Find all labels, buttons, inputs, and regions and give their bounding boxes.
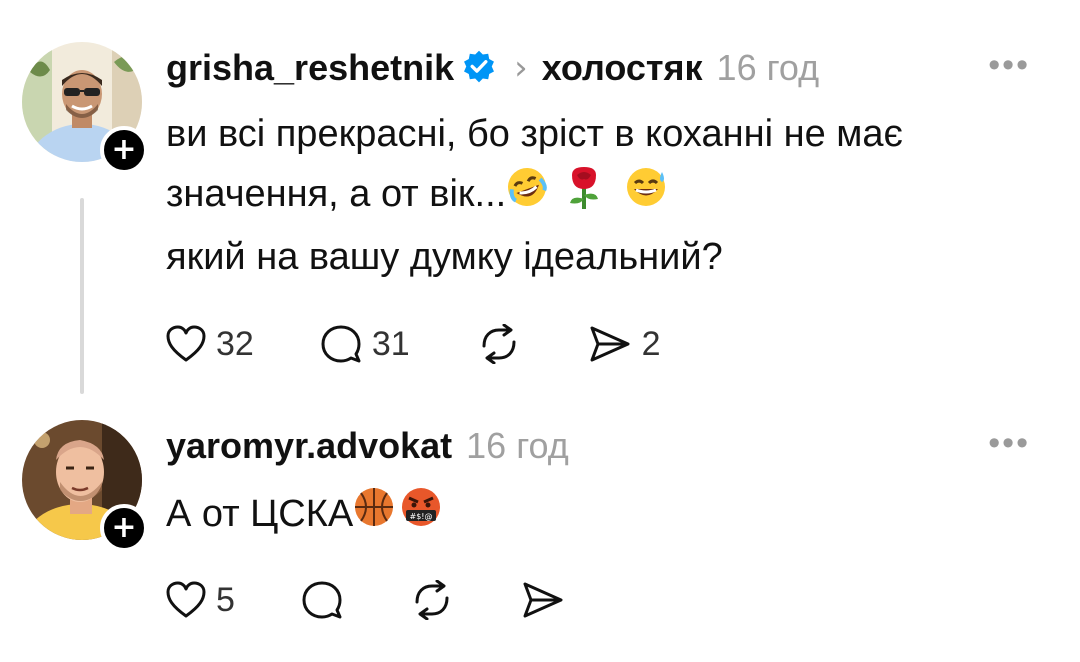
post-actions: 32 31 2: [166, 322, 661, 366]
timestamp: 16 год: [716, 47, 820, 88]
community-link[interactable]: холостяк: [542, 47, 703, 89]
like-button[interactable]: 5: [166, 581, 235, 620]
post-actions: 5: [166, 578, 565, 622]
repost-icon: [476, 324, 522, 364]
comment-icon: [320, 324, 362, 364]
post-yaromyr: + yaromyr.advokat 16 год ••• А от ЦСКА #…: [0, 400, 1080, 662]
more-horizontal-icon[interactable]: •••: [988, 46, 1030, 85]
post-header: grisha_reshetnik › холостяк 16 год: [166, 46, 819, 90]
send-icon: [521, 580, 565, 620]
post-text-line-2: значення, а от вік...: [166, 164, 903, 227]
timestamp: 16 год: [466, 425, 569, 466]
post-grisha: + grisha_reshetnik › холостяк 16 год •••…: [0, 0, 1080, 400]
heart-icon: [166, 581, 206, 619]
send-icon: [588, 324, 632, 364]
post-text: ви всі прекрасні, бо зріст в коханні не …: [166, 104, 903, 287]
sweat-smile-emoji: [624, 166, 668, 226]
heart-icon: [166, 325, 206, 363]
repost-button[interactable]: [409, 580, 455, 620]
follow-plus-icon[interactable]: +: [100, 504, 148, 552]
post-text: А от ЦСКА #$!@: [166, 484, 443, 546]
reply-button[interactable]: 31: [320, 324, 410, 364]
share-button[interactable]: [521, 580, 565, 620]
reply-count: 31: [371, 324, 410, 363]
thread-line: [80, 198, 84, 394]
share-count: 2: [641, 324, 661, 363]
like-count: 5: [216, 580, 235, 619]
post-text-line-2-text: значення, а от вік...: [166, 173, 507, 215]
share-button[interactable]: 2: [588, 324, 661, 364]
username[interactable]: yaromyr.advokat: [166, 425, 452, 467]
avatar-container[interactable]: +: [22, 420, 148, 552]
like-button[interactable]: 32: [166, 325, 254, 364]
reply-button[interactable]: [301, 580, 343, 620]
post-text-content: А от ЦСКА: [166, 493, 354, 535]
repost-icon: [409, 580, 455, 620]
comment-icon: [301, 580, 343, 620]
like-count: 32: [216, 324, 254, 363]
chevron-right-icon: ›: [514, 48, 528, 88]
post-text-line-1: ви всі прекрасні, бо зріст в коханні не …: [166, 113, 903, 155]
more-horizontal-icon[interactable]: •••: [988, 424, 1030, 463]
repost-button[interactable]: [476, 324, 522, 364]
svg-text:#$!@: #$!@: [410, 512, 433, 521]
post-header: yaromyr.advokat 16 год: [166, 424, 569, 468]
avatar-container[interactable]: +: [22, 42, 148, 174]
verified-badge-icon: [454, 49, 496, 88]
follow-plus-icon[interactable]: +: [100, 126, 148, 174]
basketball-emoji: [353, 486, 395, 546]
rolling-laughing-emoji: [506, 166, 548, 226]
cursing-face-emoji: #$!@: [399, 486, 443, 546]
username[interactable]: grisha_reshetnik: [166, 47, 454, 89]
post-text-line-3: який на вашу думку ідеальний?: [166, 235, 723, 278]
rose-emoji: [564, 165, 604, 227]
